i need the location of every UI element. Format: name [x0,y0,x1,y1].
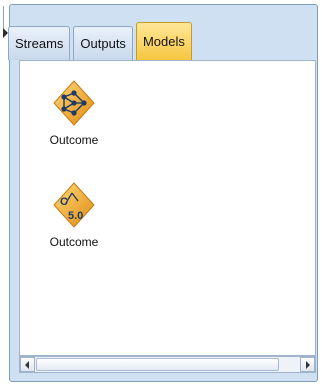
scroll-right-icon[interactable] [300,357,315,372]
horizontal-scrollbar[interactable] [19,356,316,373]
tab-streams[interactable]: Streams [8,26,71,60]
tab-models[interactable]: Models [135,22,192,60]
model-label: Outcome [49,133,99,147]
c50-badge-version: 5.0 [68,210,83,222]
neural-network-model-icon [53,80,95,126]
manager-tabs: Streams Outputs Models [8,22,192,60]
manager-window: Streams Outputs Models Outcome C 5.0 Out… [0,0,322,386]
scroll-left-icon[interactable] [20,357,35,372]
tab-outputs[interactable]: Outputs [73,26,133,60]
models-palette: Outcome C 5.0 Outcome [19,60,316,356]
scroll-thumb[interactable] [36,358,279,371]
model-label: Outcome [49,235,99,249]
c50-model-icon: C 5.0 [53,182,95,228]
model-nugget-c50[interactable]: C 5.0 Outcome [34,181,114,249]
model-nugget-neural-net[interactable]: Outcome [34,79,114,147]
c50-badge-c: C [60,196,68,208]
